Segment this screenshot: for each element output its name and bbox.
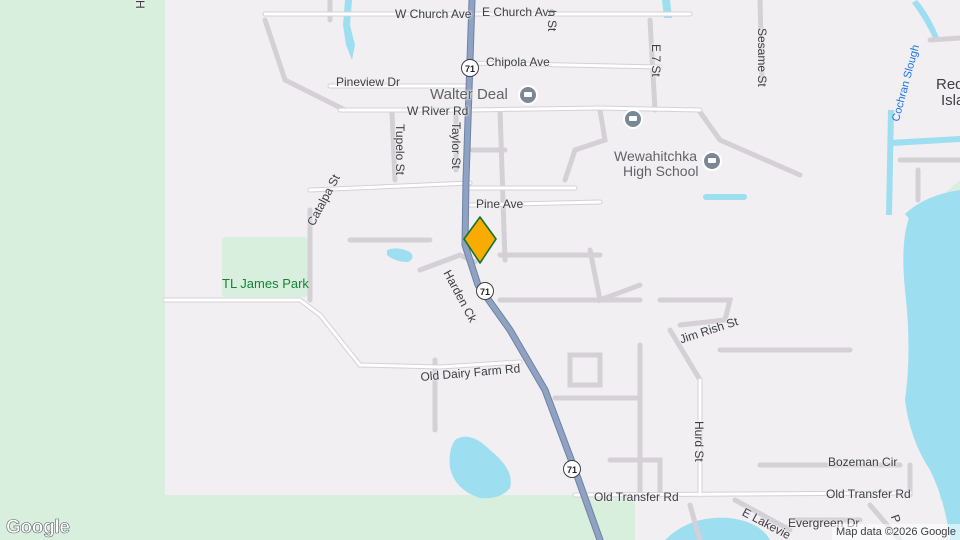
- street-old-transfer-rd-east: Old Transfer Rd: [826, 487, 911, 501]
- place-red-island-label: Red: [936, 76, 960, 93]
- route-71-shield: 71: [563, 460, 581, 478]
- park-tl-james-label[interactable]: TL James Park: [222, 277, 309, 290]
- location-pin-icon[interactable]: [462, 215, 498, 267]
- map-canvas[interactable]: 71 71 71 Walter Deal Wewahitchka High Sc…: [0, 0, 960, 540]
- street-partial-h: H: [133, 0, 147, 9]
- map-base-layer: [0, 0, 960, 540]
- poi-school-name-line1[interactable]: Wewahitchka: [614, 149, 697, 163]
- street-pine-ave: Pine Ave: [476, 197, 524, 211]
- poi-walter-deal-label[interactable]: Walter Deal: [430, 87, 508, 102]
- place-red-island-label-line2: Isla: [941, 92, 960, 109]
- street-e-7-st: E 7 St: [649, 44, 663, 77]
- graduation-cap-icon[interactable]: [702, 151, 722, 171]
- street-tupelo-st: Tupelo St: [393, 124, 407, 175]
- street-partial-h-st: h St: [545, 10, 559, 32]
- route-71-shield: 71: [461, 59, 479, 77]
- graduation-cap-icon[interactable]: [623, 109, 643, 129]
- poi-school-name-line2[interactable]: High School: [623, 164, 699, 178]
- street-old-transfer-rd-west: Old Transfer Rd: [594, 490, 679, 504]
- google-logo[interactable]: Google: [6, 518, 71, 538]
- street-taylor-st: Taylor St: [449, 122, 463, 169]
- map-attribution[interactable]: Map data ©2026 Google: [831, 524, 960, 540]
- street-sesame-st: Sesame St: [755, 28, 769, 87]
- street-hurd-st: Hurd St: [692, 421, 706, 462]
- street-pineview-dr: Pineview Dr: [336, 75, 401, 89]
- street-chipola-ave: Chipola Ave: [486, 55, 550, 69]
- street-bozeman-cir: Bozeman Cir: [828, 455, 898, 469]
- route-71-shield: 71: [476, 282, 494, 300]
- street-w-river-rd: W River Rd: [407, 104, 469, 118]
- street-w-church-ave: W Church Ave: [395, 7, 472, 21]
- government-building-icon[interactable]: [518, 85, 538, 105]
